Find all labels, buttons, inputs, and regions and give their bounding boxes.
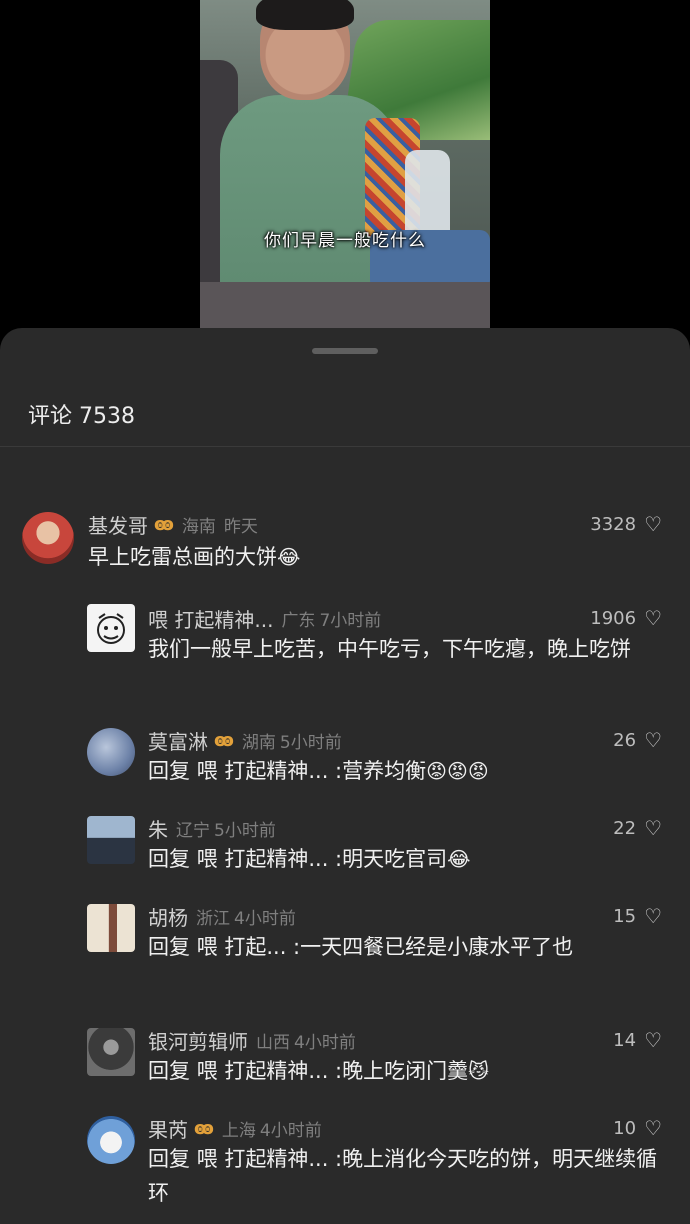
comment-time: 7小时前 [319, 611, 382, 631]
comment-body[interactable]: 回复 喂 打起精神... :晚上吃闭门羹😼 [148, 1054, 660, 1088]
comment-author[interactable]: 莫富淋 [148, 726, 208, 755]
comment-author[interactable]: 朱 [148, 814, 168, 843]
comment-author[interactable]: 胡杨 [148, 902, 188, 931]
cat-emoji-icon: 😼 [468, 1059, 489, 1083]
like-button[interactable]: 1906 ♡ [590, 606, 662, 630]
car-door-image [200, 282, 490, 328]
person-avatar-icon[interactable] [22, 512, 74, 564]
comment-time: 4小时前 [234, 909, 296, 929]
skydiver-avatar-icon[interactable] [87, 728, 135, 776]
laughing-emoji-icon: 😂 [447, 847, 471, 871]
cartoon-face-avatar-icon[interactable] [87, 604, 135, 652]
comment-body[interactable]: 早上吃雷总画的大饼😂 [88, 540, 648, 574]
heart-icon: ♡ [644, 1028, 662, 1052]
heart-icon: ♡ [644, 1116, 662, 1140]
comment-time: 4小时前 [259, 1121, 322, 1141]
like-button[interactable]: 26 ♡ [613, 728, 662, 752]
comment-author[interactable]: 喂 打起精神... [148, 604, 273, 633]
comment-text: 早上吃雷总画的大饼 [88, 545, 277, 569]
comment-time: 5小时前 [279, 733, 342, 753]
comment-time: 5小时前 [214, 821, 276, 841]
comment-location: 辽宁 [176, 821, 210, 841]
video-area[interactable]: 你们早晨一般吃什么 [0, 0, 690, 330]
comment-author[interactable]: 银河剪辑师 [148, 1026, 248, 1055]
header-divider [0, 446, 690, 447]
like-count: 26 [613, 729, 637, 751]
heart-icon: ♡ [644, 512, 662, 536]
heart-icon: ♡ [644, 904, 662, 928]
like-button[interactable]: 22 ♡ [613, 816, 662, 840]
like-button[interactable]: 3328 ♡ [590, 512, 662, 536]
anime-avatar-icon[interactable] [87, 1116, 135, 1164]
comment-body[interactable]: 回复 喂 打起精神... :晚上消化今天吃的饼，明天继续循环 [148, 1142, 660, 1210]
comment-author[interactable]: 基发哥 [88, 510, 148, 539]
fan-badge-icon: ꙭ [214, 730, 234, 751]
comment-body[interactable]: 回复 喂 打起精神... :营养均衡😡😡😡 [148, 754, 660, 788]
comment-text: 回复 喂 打起精神... :明天吃官司 [148, 847, 448, 871]
like-count: 14 [613, 1029, 637, 1051]
like-count: 15 [613, 905, 637, 927]
heart-icon: ♡ [644, 728, 662, 752]
fan-badge-icon: ꙭ [154, 514, 174, 535]
like-button[interactable]: 14 ♡ [613, 1028, 662, 1052]
comment-location: 山西 [256, 1033, 290, 1053]
laughing-emoji-icon: 😂 [277, 545, 301, 569]
comment-location: 广东 [281, 611, 316, 631]
like-count: 1906 [590, 607, 637, 629]
warrior-avatar-icon[interactable] [87, 1028, 135, 1076]
comment-time: 昨天 [223, 517, 258, 537]
heart-icon: ♡ [644, 816, 662, 840]
building-avatar-icon[interactable] [87, 816, 135, 864]
like-button[interactable]: 15 ♡ [613, 904, 662, 928]
comment-body[interactable]: 回复 喂 打起... :一天四餐已经是小康水平了也 [148, 930, 660, 964]
video-frame[interactable]: 你们早晨一般吃什么 [200, 0, 490, 328]
comment-location: 海南 [181, 517, 216, 537]
comment-text: 回复 喂 打起精神... :晚上吃闭门羹 [148, 1059, 469, 1083]
comment-location: 上海 [221, 1121, 256, 1141]
fan-badge-icon: ꙭ [194, 1118, 214, 1139]
comments-sheet[interactable]: 评论 7538 基发哥 ꙭ 海南 昨天 3328 ♡ 早上吃雷总画的大饼😂 喂 … [0, 328, 690, 1224]
painting-avatar-icon[interactable] [87, 904, 135, 952]
comment-location: 湖南 [241, 733, 276, 753]
comments-count-title: 评论 7538 [28, 404, 135, 429]
comment-text: 回复 喂 打起精神... :营养均衡 [148, 759, 427, 783]
comment-body[interactable]: 回复 喂 打起精神... :明天吃官司😂 [148, 842, 660, 876]
person-hair-image [256, 0, 354, 30]
like-button[interactable]: 10 ♡ [613, 1116, 662, 1140]
like-count: 10 [613, 1117, 637, 1139]
drag-handle[interactable] [312, 348, 378, 354]
angry-emoji-icon: 😡😡😡 [426, 759, 489, 783]
video-subtitle: 你们早晨一般吃什么 [264, 231, 426, 251]
comment-author[interactable]: 果芮 [148, 1114, 188, 1143]
heart-icon: ♡ [644, 606, 662, 630]
comment-time: 4小时前 [294, 1033, 356, 1053]
comment-location: 浙江 [196, 909, 230, 929]
like-count: 22 [613, 817, 637, 839]
comment-body[interactable]: 我们一般早上吃苦，中午吃亏，下午吃瘪，晚上吃饼 [148, 632, 660, 666]
like-count: 3328 [590, 513, 637, 535]
